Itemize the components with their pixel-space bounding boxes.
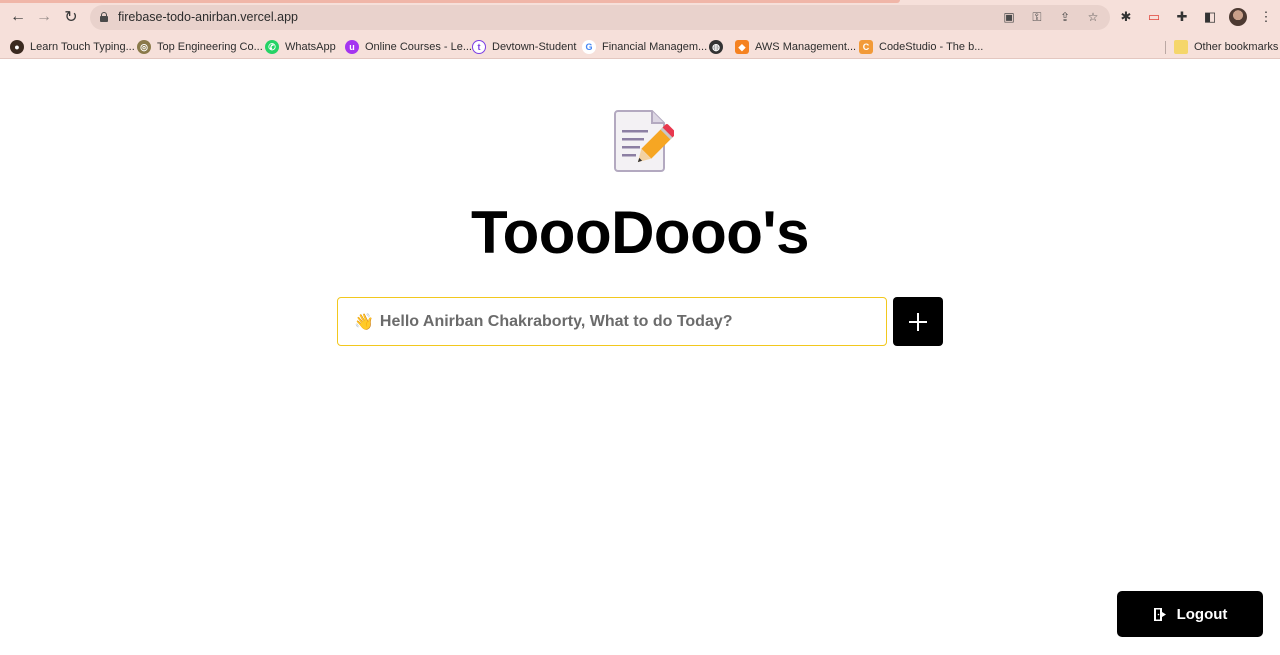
logout-button[interactable]: Logout (1117, 591, 1263, 637)
forward-icon[interactable]: → (33, 7, 55, 27)
reload-icon[interactable]: ↻ (60, 7, 82, 27)
memo-pencil-icon (614, 110, 674, 172)
todo-input-container[interactable]: 👋 (337, 297, 887, 346)
bookmark-label: WhatsApp (285, 41, 336, 53)
menu-kebab-icon[interactable]: ⋮ (1256, 7, 1276, 27)
logout-door-icon (1153, 607, 1166, 621)
devtown-icon: t (472, 40, 486, 54)
profile-avatar[interactable] (1228, 7, 1248, 27)
typing-icon: ● (10, 40, 24, 54)
back-icon[interactable]: ← (7, 7, 29, 27)
bookmark-7[interactable]: ◆ AWS Management... (735, 38, 856, 56)
bookmark-label: Learn Touch Typing... (30, 41, 135, 53)
codestudio-icon: C (859, 40, 873, 54)
key-icon[interactable]: ⚿ (1028, 8, 1046, 26)
bookmark-3[interactable]: u Online Courses - Le... (345, 38, 472, 56)
bookmark-label: Online Courses - Le... (365, 41, 472, 53)
add-todo-button[interactable] (893, 297, 943, 346)
bug-extension-icon[interactable]: ✱ (1116, 7, 1136, 27)
bookmark-label: CodeStudio - The b... (879, 41, 984, 53)
bookmark-6[interactable]: ◍ (709, 38, 723, 56)
other-bookmarks[interactable]: Other bookmarks (1174, 38, 1278, 56)
logout-label: Logout (1176, 605, 1228, 623)
bookmarks-bar: ● Learn Touch Typing... ◎ Top Engineerin… (0, 34, 1280, 59)
url-text[interactable]: firebase-todo-anirban.vercel.app (118, 10, 298, 24)
address-bar[interactable]: firebase-todo-anirban.vercel.app ▣ ⚿ ⇪ ☆ (90, 5, 1110, 30)
bookmark-label: AWS Management... (755, 41, 857, 53)
bookmark-label: Devtown-Student (492, 41, 577, 53)
udemy-icon: u (345, 40, 359, 54)
star-icon[interactable]: ☆ (1084, 8, 1102, 26)
lock-icon[interactable] (100, 12, 108, 22)
bookmark-1[interactable]: ◎ Top Engineering Co... (137, 38, 263, 56)
cast-icon[interactable]: ▣ (1000, 8, 1018, 26)
waving-hand-icon: 👋 (354, 313, 374, 331)
todo-input[interactable] (379, 312, 860, 331)
other-bookmarks-label: Other bookmarks (1194, 41, 1279, 53)
bookmark-5[interactable]: G Financial Managem... (582, 38, 707, 56)
globe-icon: ◍ (709, 40, 723, 54)
bookmark-label: Top Engineering Co... (157, 41, 263, 53)
folder-icon (1174, 40, 1188, 54)
bookmark-4[interactable]: t Devtown-Student (472, 38, 576, 56)
bookmark-8[interactable]: C CodeStudio - The b... (859, 38, 983, 56)
bookmark-0[interactable]: ● Learn Touch Typing... (10, 38, 135, 56)
bookmark-divider (1165, 41, 1166, 54)
side-panel-icon[interactable]: ◧ (1200, 7, 1220, 27)
app-title: ToooDooo's (470, 199, 810, 266)
aws-icon: ◆ (735, 40, 749, 54)
bookmark-label: Financial Managem... (602, 41, 708, 53)
browser-toolbar: ← → ↻ firebase-todo-anirban.vercel.app ▣… (0, 0, 1280, 34)
picture-in-picture-icon[interactable]: ▭ (1144, 7, 1164, 27)
bookmark-2[interactable]: ✆ WhatsApp (265, 38, 336, 56)
google-icon: G (582, 40, 596, 54)
extensions-puzzle-icon[interactable]: ✚ (1172, 7, 1192, 27)
college-icon: ◎ (137, 40, 151, 54)
share-icon[interactable]: ⇪ (1056, 8, 1074, 26)
whatsapp-icon: ✆ (265, 40, 279, 54)
